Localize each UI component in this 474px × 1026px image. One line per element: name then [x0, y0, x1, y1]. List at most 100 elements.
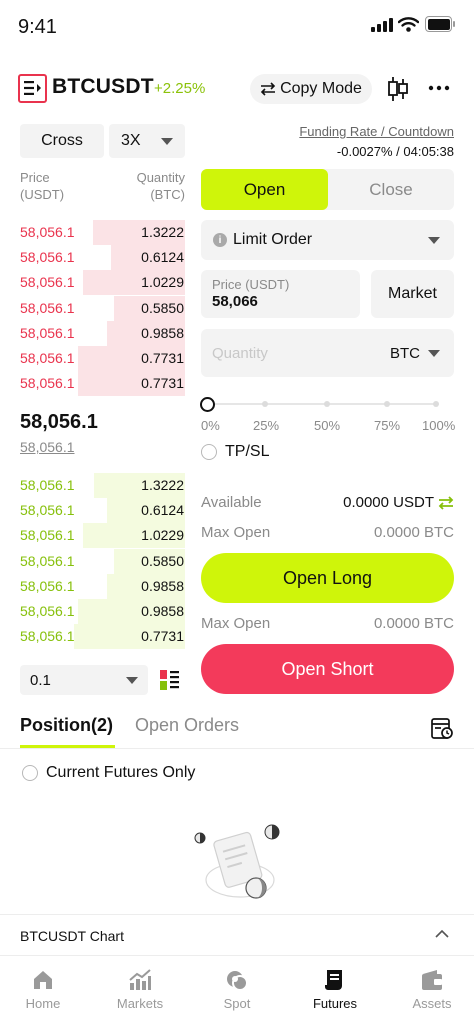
available-label: Available [201, 494, 262, 511]
open-short-button[interactable]: Open Short [201, 644, 454, 694]
depth-precision-select[interactable]: 0.1 [20, 665, 148, 695]
copy-mode-label: Copy Mode [280, 80, 362, 97]
price-input[interactable]: Price (USDT) 58,066 [201, 270, 360, 318]
orderbook-row[interactable]: 58,056.1 0.9858 [20, 599, 185, 624]
slider-tick-0[interactable]: 0% [201, 418, 220, 433]
swap-arrows-icon [260, 82, 276, 96]
quantity-slider-track[interactable] [210, 401, 439, 407]
orderbook-row[interactable]: 58,056.1 0.9858 [20, 573, 185, 599]
margin-mode-select[interactable]: Cross [20, 124, 104, 158]
leverage-select[interactable]: 3X [109, 124, 185, 158]
orderbook-qty: 0.6124 [141, 249, 184, 266]
orderbook-row[interactable]: 58,056.1 1.3222 [20, 220, 185, 245]
orderbook-row[interactable]: 58,056.1 0.5850 [20, 295, 185, 321]
tab-open-orders[interactable]: Open Orders [135, 715, 239, 736]
bottom-nav: Home Markets Spot Futures Assets [0, 955, 474, 1026]
battery-icon [425, 16, 455, 32]
orderbook-price: 58,056.1 [20, 502, 75, 519]
current-futures-only-label: Current Futures Only [46, 764, 196, 781]
leverage-value: 3X [121, 132, 141, 149]
available-row: Available 0.0000 USDT [201, 494, 454, 511]
home-icon [34, 971, 52, 989]
futures-icon [325, 970, 342, 990]
max-open-short-row: Max Open 0.0000 BTC [201, 615, 454, 632]
orderbook-row[interactable]: 58,056.1 0.6124 [20, 245, 185, 271]
slider-tick-75[interactable]: 75% [374, 418, 400, 433]
slider-tick-25[interactable]: 25% [253, 418, 279, 433]
tpsl-checkbox[interactable]: TP/SL [201, 443, 269, 461]
orderbook-price: 58,056.1 [20, 603, 75, 619]
open-close-tabs: Open Close [201, 169, 454, 210]
orderbook-price: 58,056.1 [20, 477, 75, 493]
menu-icon[interactable] [18, 74, 47, 103]
price-input-value[interactable]: 58,066 [212, 293, 349, 310]
orderbook-qty: 1.0229 [141, 527, 184, 544]
last-price: 58,056.1 [20, 411, 98, 433]
mark-price[interactable]: 58,056.1 [20, 439, 75, 455]
quantity-slider-thumb[interactable] [200, 397, 215, 412]
nav-home[interactable]: Home [3, 968, 83, 1011]
orderbook-qty: 0.9858 [141, 577, 184, 594]
quantity-unit: BTC [390, 344, 420, 362]
tab-open[interactable]: Open [201, 169, 328, 210]
info-icon[interactable]: i [213, 233, 227, 247]
orderbook-row[interactable]: 58,056.1 0.7731 [20, 371, 185, 397]
wallet-icon [422, 970, 442, 990]
pair-change: +2.25% [154, 80, 206, 97]
orderbook-row[interactable]: 58,056.1 0.7731 [20, 624, 185, 650]
order-type-select[interactable]: i Limit Order [201, 220, 454, 260]
radio-circle-icon [201, 444, 217, 460]
chevron-down-icon [428, 236, 440, 244]
more-options-icon[interactable] [428, 77, 450, 99]
funding-rate-value: -0.0027% / 04:05:38 [336, 144, 454, 159]
orderbook-price: 58,056.1 [20, 324, 75, 341]
nav-spot[interactable]: Spot [197, 968, 277, 1011]
transfer-icon[interactable] [438, 495, 454, 510]
tab-position[interactable]: Position(2) [20, 715, 113, 736]
funding-rate-label[interactable]: Funding Rate / Countdown [299, 124, 454, 139]
orderbook-qty: 0.9858 [141, 603, 184, 619]
orderbook-row[interactable]: 58,056.1 0.6124 [20, 498, 185, 524]
orderbook-price: 58,056.1 [20, 375, 75, 392]
max-open-long-row: Max Open 0.0000 BTC [201, 524, 454, 541]
current-futures-only-checkbox[interactable]: Current Futures Only [22, 764, 195, 782]
orderbook-row[interactable]: 58,056.1 0.5850 [20, 548, 185, 574]
max-open-long-value: 0.0000 BTC [373, 524, 454, 541]
chart-bar-label[interactable]: BTCUSDT Chart [20, 928, 124, 944]
empty-state-illustration [194, 824, 280, 899]
tab-close[interactable]: Close [328, 169, 454, 210]
orderbook-row[interactable]: 58,056.1 0.7731 [20, 346, 185, 371]
orderbook-layout-icon[interactable] [160, 668, 180, 692]
open-long-button[interactable]: Open Long [201, 553, 454, 603]
divider [0, 914, 474, 915]
candlestick-icon[interactable] [387, 76, 409, 102]
quantity-unit-select[interactable]: BTC [390, 345, 440, 362]
order-history-icon[interactable] [430, 716, 454, 740]
orderbook-qty: 0.5850 [141, 299, 184, 316]
nav-assets[interactable]: Assets [392, 968, 472, 1011]
quantity-input[interactable]: Quantity BTC [201, 329, 454, 377]
max-open-label: Max Open [201, 524, 271, 541]
orderbook-qty: 0.9858 [141, 324, 184, 341]
chevron-down-icon [428, 349, 440, 357]
market-price-button[interactable]: Market [371, 270, 454, 318]
chevron-up-icon[interactable] [434, 927, 450, 941]
orderbook-qty: 1.0229 [141, 274, 184, 291]
nav-markets[interactable]: Markets [100, 968, 180, 1011]
orderbook-row[interactable]: 58,056.1 1.3222 [20, 473, 185, 498]
orderbook-qty: 0.6124 [141, 502, 184, 519]
divider [0, 748, 474, 749]
copy-mode-button[interactable]: Copy Mode [250, 74, 372, 104]
slider-tick-100[interactable]: 100% [422, 418, 455, 433]
slider-tick-50[interactable]: 50% [314, 418, 340, 433]
markets-icon [129, 969, 151, 990]
pair-name[interactable]: BTCUSDT [52, 75, 154, 99]
orderbook-row[interactable]: 58,056.1 0.9858 [20, 320, 185, 346]
orderbook-row[interactable]: 58,056.1 1.0229 [20, 523, 185, 549]
orderbook-qty-header: Quantity (BTC) [136, 170, 185, 202]
nav-futures[interactable]: Futures [295, 968, 375, 1011]
orderbook-price: 58,056.1 [20, 274, 75, 291]
orderbook-price: 58,056.1 [20, 224, 75, 240]
orderbook-price: 58,056.1 [20, 350, 75, 366]
orderbook-row[interactable]: 58,056.1 1.0229 [20, 270, 185, 296]
